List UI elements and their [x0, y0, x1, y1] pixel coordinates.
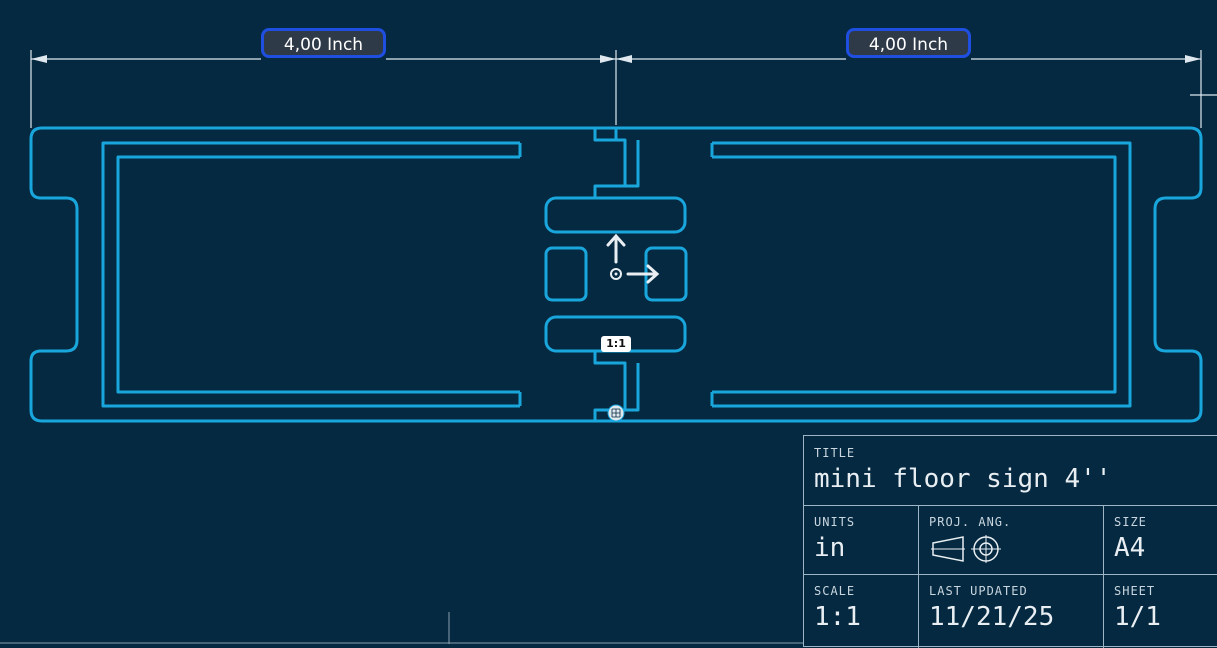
last-updated-cell[interactable]: LAST UPDATED 11/21/25 — [919, 574, 1104, 648]
sheet-cell[interactable]: SHEET 1/1 — [1104, 574, 1217, 648]
units-value: in — [814, 533, 846, 563]
size-cell[interactable]: SIZE A4 — [1104, 505, 1217, 574]
title-block[interactable]: TITLE mini floor sign 4'' UNITS in PROJ.… — [803, 435, 1217, 648]
last-updated-label: LAST UPDATED — [929, 584, 1028, 598]
size-label: SIZE — [1114, 515, 1147, 529]
scale-value: 1:1 — [814, 602, 861, 632]
projection-label: PROJ. ANG. — [929, 515, 1012, 529]
dimension-lines — [30, 50, 1217, 128]
dimension-label-right[interactable]: 4,00 Inch — [846, 28, 971, 58]
last-updated-value: 11/21/25 — [929, 602, 1055, 632]
sheet-label: SHEET — [1114, 584, 1156, 598]
units-cell[interactable]: UNITS in — [804, 505, 919, 574]
units-label: UNITS — [814, 515, 856, 529]
scale-cell[interactable]: SCALE 1:1 — [804, 574, 919, 648]
size-value: A4 — [1114, 533, 1146, 563]
dimension-label-left[interactable]: 4,00 Inch — [261, 28, 386, 58]
origin-axes-icon[interactable] — [606, 233, 660, 284]
mate-connector-icon[interactable] — [607, 404, 625, 422]
units-row: UNITS in PROJ. ANG. SIZE A4 — [804, 505, 1217, 575]
view-scale-badge[interactable]: 1:1 — [601, 336, 631, 352]
scale-row: SCALE 1:1 LAST UPDATED 11/21/25 SHEET 1/… — [804, 574, 1217, 648]
projection-cell[interactable]: PROJ. ANG. — [919, 505, 1104, 574]
sheet-value: 1/1 — [1114, 602, 1161, 632]
title-row: TITLE mini floor sign 4'' — [804, 436, 1217, 506]
scale-label: SCALE — [814, 584, 856, 598]
third-angle-projection-icon — [931, 535, 1001, 563]
title-value[interactable]: mini floor sign 4'' — [814, 464, 1111, 494]
title-label: TITLE — [814, 446, 856, 460]
sheet-border-marks — [0, 612, 803, 644]
